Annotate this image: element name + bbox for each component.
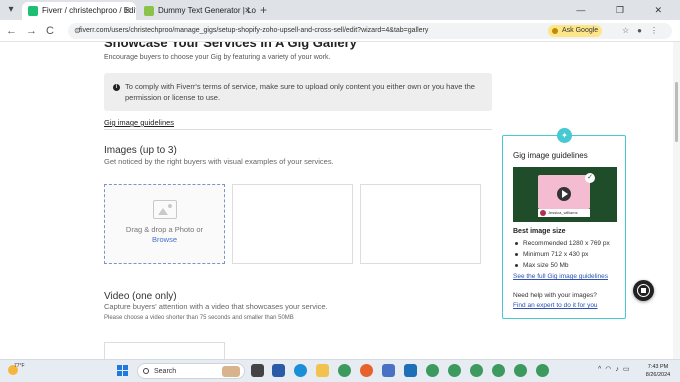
- tab-label: Fiverr / christechproo / Edit Gig: [42, 6, 136, 15]
- tab-dummy-text[interactable]: Dummy Text Generator | Lore ✕: [138, 2, 256, 20]
- images-section-subtitle: Get noticed by the right buyers with vis…: [104, 157, 334, 166]
- bookmark-star-icon[interactable]: ☆: [622, 26, 637, 35]
- terms-notice: i To comply with Fiverr's terms of servi…: [104, 73, 492, 111]
- profile-icon[interactable]: ●: [637, 26, 650, 35]
- panel-title: Gig image guidelines: [513, 151, 588, 160]
- url-text[interactable]: fiverr.com/users/christechproo/manage_gi…: [79, 23, 428, 39]
- video-section-subtitle: Capture buyers' attention with a video t…: [104, 302, 328, 311]
- clock-time: 7:43 PM: [647, 364, 669, 370]
- notice-text: To comply with Fiverr's terms of service…: [125, 82, 475, 102]
- chrome-icon[interactable]: [470, 364, 483, 377]
- close-tab-icon[interactable]: ✕: [244, 2, 251, 20]
- weather-temp: 77°F: [14, 363, 25, 369]
- browser-toolbar: ← → C ⊜ fiverr.com/users/christechproo/m…: [0, 20, 680, 42]
- search-icon: [143, 368, 149, 374]
- find-expert-link[interactable]: Find an expert to do it for you: [513, 302, 598, 309]
- image-dropzone[interactable]: Drag & drop a Photo or Browse: [104, 184, 225, 264]
- seller-name: Jessica_williams: [548, 210, 578, 215]
- taskbar-clock[interactable]: 7:43 PM 8/26/2024: [638, 363, 678, 379]
- file-explorer-icon[interactable]: [316, 364, 329, 377]
- fiverr-favicon-icon: [28, 6, 38, 16]
- spec-item: Recommended 1280 x 769 px: [513, 238, 610, 249]
- chrome-icon[interactable]: [448, 364, 461, 377]
- minimize-icon[interactable]: —: [576, 5, 599, 15]
- dropzone-text: Drag & drop a Photo or: [125, 225, 204, 234]
- page-scrollbar[interactable]: [673, 42, 680, 359]
- battery-icon[interactable]: ▭: [623, 366, 634, 373]
- see-full-guidelines-link[interactable]: See the full Gig image guidelines: [513, 273, 608, 280]
- tab-search-icon[interactable]: ▾: [4, 3, 18, 17]
- window-controls[interactable]: — ❐ ✕: [576, 2, 676, 18]
- windows-start-icon[interactable]: [117, 365, 129, 377]
- image-size-specs: Recommended 1280 x 769 px Minimum 712 x …: [513, 238, 610, 271]
- maximize-icon[interactable]: ❐: [616, 5, 638, 15]
- app-icon[interactable]: [382, 364, 395, 377]
- tab-label: Dummy Text Generator | Lore: [158, 6, 256, 15]
- scrollbar-thumb[interactable]: [675, 82, 678, 142]
- video-section-title: Video (one only): [104, 291, 177, 302]
- video-limits-note: Please choose a video shorter than 75 se…: [104, 315, 294, 321]
- tab-fiverr-edit-gig[interactable]: Fiverr / christechproo / Edit Gig ✕: [22, 2, 136, 20]
- page-intro: Encourage buyers to choose your Gig by f…: [104, 54, 331, 61]
- divider: [104, 129, 492, 130]
- avatar: [540, 210, 546, 216]
- back-icon[interactable]: ←: [6, 24, 17, 38]
- video-dropzone[interactable]: [104, 342, 225, 359]
- ask-google-button[interactable]: Ask Google: [548, 25, 603, 37]
- search-label: Search: [154, 368, 177, 375]
- reload-icon[interactable]: C: [46, 24, 54, 38]
- image-slot-2[interactable]: [232, 184, 353, 264]
- screen: ▾ Fiverr / christechproo / Edit Gig ✕ Du…: [0, 0, 680, 382]
- search-highlight-icon: [222, 366, 240, 377]
- chrome-icon[interactable]: [426, 364, 439, 377]
- app-icon[interactable]: [404, 364, 417, 377]
- chrome-icon[interactable]: [514, 364, 527, 377]
- image-placeholder-icon: [153, 200, 177, 219]
- image-slot-3[interactable]: [360, 184, 481, 264]
- page-content: Showcase Your Services In A Gig Gallery …: [0, 42, 680, 359]
- check-icon: ✓: [585, 173, 595, 183]
- info-icon: i: [113, 84, 120, 91]
- dummy-text-favicon-icon: [144, 6, 154, 16]
- forward-icon[interactable]: →: [26, 24, 37, 38]
- omnibox-actions[interactable]: ☆●⋮: [622, 25, 666, 37]
- browser-tab-strip: ▾ Fiverr / christechproo / Edit Gig ✕ Du…: [0, 0, 680, 20]
- browse-link[interactable]: Browse: [105, 235, 224, 244]
- spec-item: Max size 50 Mb: [513, 260, 610, 271]
- windows-taskbar: 77°F Search ^◠♪▭ 7:43 PM 8/26/2024: [0, 359, 680, 382]
- task-view-icon[interactable]: [251, 364, 264, 377]
- clock-date: 8/26/2024: [645, 372, 671, 378]
- lightbulb-icon: ✦: [557, 128, 572, 143]
- image-guidelines-panel: Gig image guidelines ✓ Jessica_williams …: [502, 135, 626, 319]
- new-tab-button[interactable]: +: [260, 2, 267, 18]
- example-gig-thumbnail: ✓ Jessica_williams: [513, 167, 617, 222]
- firefox-icon[interactable]: [360, 364, 373, 377]
- seller-strip: Jessica_williams: [538, 209, 590, 217]
- help-question: Need help with your images?: [513, 292, 597, 299]
- address-bar[interactable]: ⊜ fiverr.com/users/christechproo/manage_…: [68, 23, 672, 39]
- chrome-icon[interactable]: [492, 364, 505, 377]
- chrome-icon[interactable]: [338, 364, 351, 377]
- best-size-title: Best image size: [513, 228, 566, 235]
- play-icon: [557, 187, 571, 201]
- spec-item: Minimum 712 x 430 px: [513, 249, 610, 260]
- images-section-title: Images (up to 3): [104, 145, 177, 156]
- wifi-icon[interactable]: ◠: [605, 366, 615, 373]
- edge-icon[interactable]: [294, 364, 307, 377]
- help-chat-button[interactable]: [633, 280, 654, 301]
- weather-widget[interactable]: 77°F: [6, 363, 25, 377]
- close-tab-icon[interactable]: ✕: [124, 2, 131, 20]
- taskbar-search[interactable]: Search: [137, 363, 245, 379]
- system-tray[interactable]: ^◠♪▭: [598, 365, 634, 373]
- chrome-icon[interactable]: [536, 364, 549, 377]
- page-title: Showcase Your Services In A Gig Gallery: [104, 42, 357, 50]
- menu-dots-icon[interactable]: ⋮: [650, 26, 666, 35]
- close-window-icon[interactable]: ✕: [654, 5, 676, 15]
- gig-image-guidelines-link[interactable]: Gig image guidelines: [104, 118, 174, 127]
- app-icon[interactable]: [272, 364, 285, 377]
- volume-icon[interactable]: ♪: [615, 366, 623, 373]
